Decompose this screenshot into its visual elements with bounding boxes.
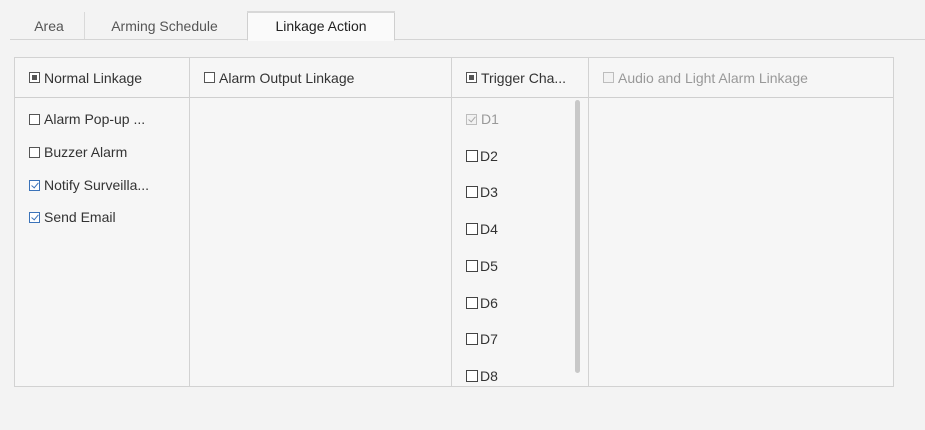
channel-d6-item[interactable]: D6 (466, 293, 498, 313)
channel-list-scrollbar[interactable] (575, 100, 580, 373)
channel-d6-label: D6 (480, 295, 498, 311)
buzzer-alarm-label: Buzzer Alarm (44, 144, 128, 160)
audio-light-header-label: Audio and Light Alarm Linkage (618, 69, 808, 86)
trigger-channel-select-all-checkbox[interactable] (466, 72, 477, 83)
notify-surveillance-checkbox[interactable] (29, 179, 40, 191)
normal-linkage-header[interactable]: Normal Linkage (15, 58, 189, 98)
channel-d3-checkbox[interactable] (466, 186, 478, 198)
channel-d6-checkbox[interactable] (466, 297, 478, 309)
channel-d7-item[interactable]: D7 (466, 329, 498, 349)
buzzer-alarm-item[interactable]: Buzzer Alarm (29, 142, 127, 162)
channel-d2-label: D2 (480, 148, 498, 164)
alarm-popup-label: Alarm Pop-up ... (44, 111, 146, 127)
tab-linkage-action[interactable]: Linkage Action (247, 11, 395, 41)
audio-light-select-all-checkbox[interactable] (603, 72, 614, 83)
audio-light-header[interactable]: Audio and Light Alarm Linkage (589, 58, 893, 98)
tab-bar: Area Arming Schedule Linkage Action (0, 0, 925, 41)
trigger-channel-header[interactable]: Trigger Cha... (452, 58, 588, 98)
channel-d3-item[interactable]: D3 (466, 182, 498, 202)
send-email-label: Send Email (44, 209, 116, 225)
audio-light-column: Audio and Light Alarm Linkage (589, 58, 893, 386)
channel-d4-checkbox[interactable] (466, 223, 478, 235)
channel-d1-checkbox[interactable] (466, 113, 477, 125)
notify-surveillance-label: Notify Surveilla... (44, 177, 150, 193)
normal-linkage-column: Normal Linkage Alarm Pop-up ... Buzzer A… (15, 58, 189, 386)
channel-d4-label: D4 (480, 221, 498, 237)
channel-d3-label: D3 (480, 184, 498, 200)
channel-d2-checkbox[interactable] (466, 150, 478, 162)
channel-d5-checkbox[interactable] (466, 260, 478, 272)
alarm-popup-item[interactable]: Alarm Pop-up ... (29, 109, 145, 129)
channel-d1-item[interactable]: D1 (466, 109, 499, 129)
trigger-channel-column: Trigger Cha... D1 D2 D3 D4 D5 D6 D7 D8 (452, 58, 588, 386)
tab-linkage-action-label: Linkage Action (275, 18, 367, 34)
tab-area[interactable]: Area (16, 12, 82, 40)
normal-linkage-header-label: Normal Linkage (44, 69, 143, 86)
tab-arming-schedule[interactable]: Arming Schedule (84, 12, 244, 40)
alarm-output-header[interactable]: Alarm Output Linkage (190, 58, 451, 98)
normal-linkage-select-all-checkbox[interactable] (29, 72, 40, 83)
channel-d8-label: D8 (480, 368, 498, 384)
tab-arming-schedule-label: Arming Schedule (111, 18, 218, 34)
channel-d8-item[interactable]: D8 (466, 366, 498, 386)
alarm-output-select-all-checkbox[interactable] (204, 72, 215, 83)
linkage-panel: Normal Linkage Alarm Pop-up ... Buzzer A… (14, 57, 894, 387)
channel-d1-label: D1 (481, 111, 499, 127)
channel-d7-label: D7 (480, 331, 498, 347)
channel-d4-item[interactable]: D4 (466, 219, 498, 239)
channel-d2-item[interactable]: D2 (466, 146, 498, 166)
channel-d8-checkbox[interactable] (466, 370, 478, 382)
trigger-channel-header-label: Trigger Cha... (481, 69, 567, 86)
alarm-output-column: Alarm Output Linkage (190, 58, 451, 386)
alarm-popup-checkbox[interactable] (29, 113, 40, 125)
tab-divider (10, 39, 925, 40)
alarm-output-header-label: Alarm Output Linkage (219, 69, 355, 86)
channel-d5-item[interactable]: D5 (466, 256, 498, 276)
tab-area-label: Area (34, 18, 64, 34)
send-email-item[interactable]: Send Email (29, 207, 116, 227)
channel-d7-checkbox[interactable] (466, 333, 478, 345)
channel-d5-label: D5 (480, 258, 498, 274)
send-email-checkbox[interactable] (29, 211, 40, 223)
notify-surveillance-item[interactable]: Notify Surveilla... (29, 175, 149, 195)
buzzer-alarm-checkbox[interactable] (29, 146, 40, 158)
